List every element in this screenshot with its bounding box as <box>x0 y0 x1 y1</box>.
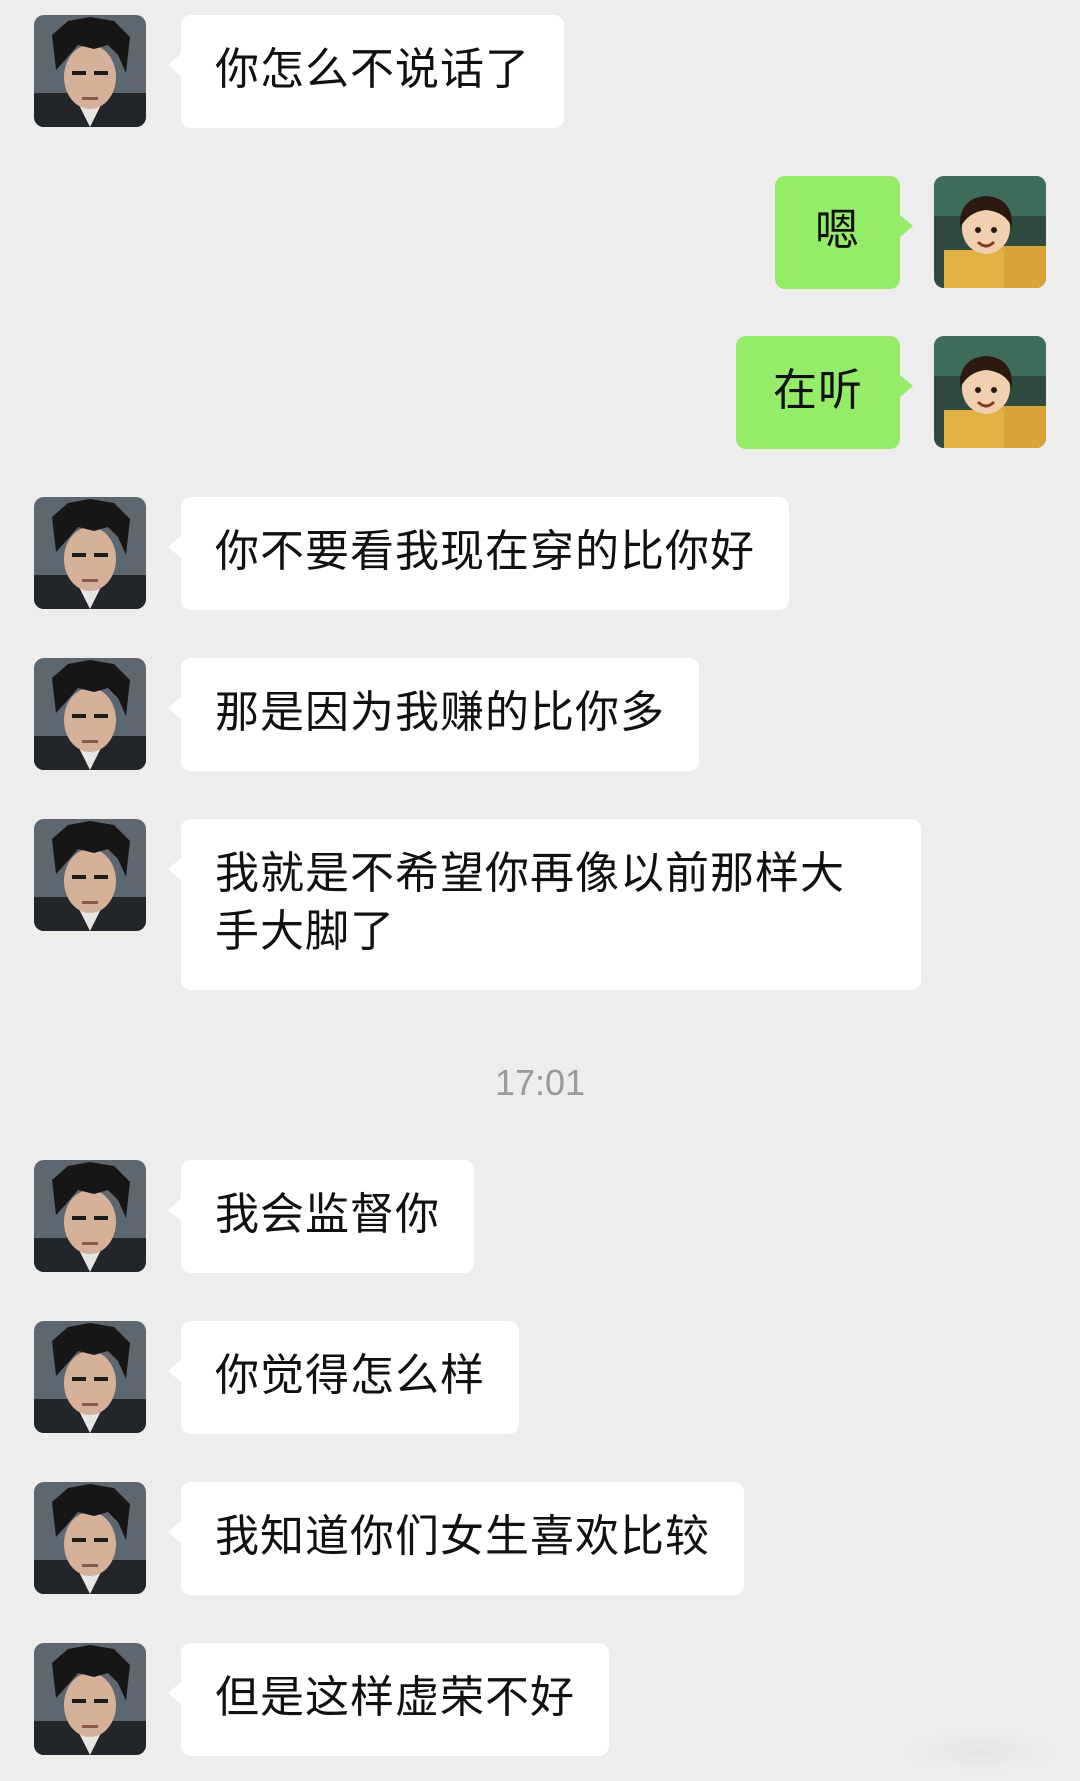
message-text: 嗯 <box>815 205 860 256</box>
chat-thread: 你怎么不说话了 嗯 在听 你不要看我现在穿的比你好 那是因为我赚的比你多 我就是… <box>0 0 1080 1781</box>
message-bubble[interactable]: 你觉得怎么样 <box>168 1321 519 1434</box>
message-text: 那是因为我赚的比你多 <box>215 687 665 738</box>
message-bubble[interactable]: 但是这样虚荣不好 <box>168 1643 609 1756</box>
sender-avatar[interactable] <box>34 819 146 931</box>
watermark <box>900 1731 1060 1771</box>
message-text: 在听 <box>773 365 863 416</box>
user-avatar[interactable] <box>934 176 1046 288</box>
sender-avatar[interactable] <box>34 15 146 127</box>
message-text: 你觉得怎么样 <box>215 1350 485 1401</box>
bubble-tail <box>899 374 913 398</box>
bubble-tail <box>168 53 182 77</box>
message-text: 但是这样虚荣不好 <box>215 1672 575 1723</box>
message-text: 我知道你们女生喜欢比较 <box>215 1511 710 1562</box>
bubble-tail <box>168 1359 182 1383</box>
message-bubble[interactable]: 那是因为我赚的比你多 <box>168 658 699 771</box>
bubble-tail <box>168 857 182 881</box>
bubble-tail <box>168 535 182 559</box>
bubble-tail <box>899 214 913 238</box>
bubble-tail <box>168 696 182 720</box>
message-bubble[interactable]: 我就是不希望你再像以前那样大手大脚了 <box>168 819 921 990</box>
message-timestamp: 17:01 <box>494 1062 586 1103</box>
message-bubble[interactable]: 在听 <box>736 336 913 449</box>
message-bubble[interactable]: 你怎么不说话了 <box>168 15 564 128</box>
bubble-tail <box>168 1681 182 1705</box>
bubble-tail <box>168 1520 182 1544</box>
sender-avatar[interactable] <box>34 1482 146 1594</box>
message-text: 我就是不希望你再像以前那样大手大脚了 <box>215 848 845 957</box>
bubble-tail <box>168 1198 182 1222</box>
sender-avatar[interactable] <box>34 1643 146 1755</box>
message-bubble[interactable]: 你不要看我现在穿的比你好 <box>168 497 789 610</box>
message-text: 你怎么不说话了 <box>215 44 530 95</box>
message-text: 你不要看我现在穿的比你好 <box>215 526 755 577</box>
sender-avatar[interactable] <box>34 1160 146 1272</box>
sender-avatar[interactable] <box>34 497 146 609</box>
message-bubble[interactable]: 我知道你们女生喜欢比较 <box>168 1482 744 1595</box>
message-bubble[interactable]: 我会监督你 <box>168 1160 474 1273</box>
message-text: 我会监督你 <box>215 1189 440 1240</box>
user-avatar[interactable] <box>934 336 1046 448</box>
message-bubble[interactable]: 嗯 <box>775 176 913 289</box>
sender-avatar[interactable] <box>34 658 146 770</box>
sender-avatar[interactable] <box>34 1321 146 1433</box>
